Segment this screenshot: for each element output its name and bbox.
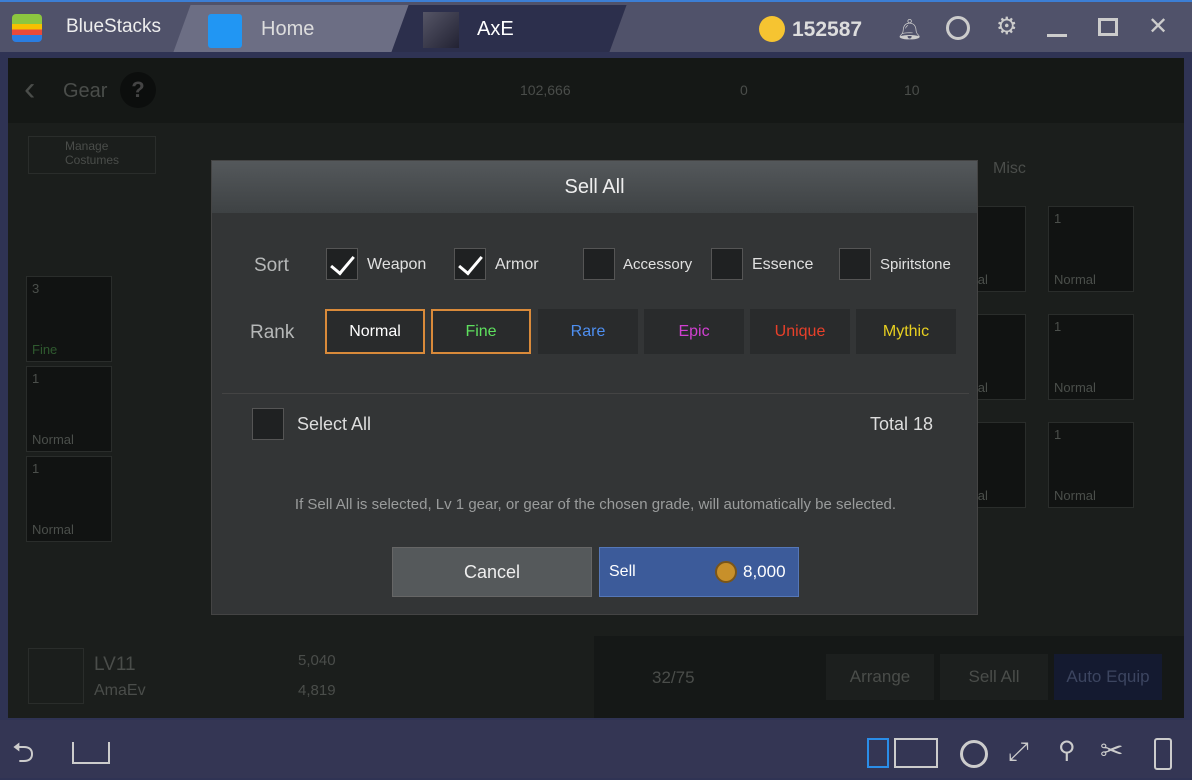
account-icon[interactable] xyxy=(946,16,970,40)
minimize-icon[interactable] xyxy=(1047,34,1067,37)
sell-button[interactable]: Sell 8,000 xyxy=(599,547,799,597)
checkbox-select-all[interactable] xyxy=(252,408,284,440)
axe-app-icon xyxy=(423,12,459,48)
sell-label: Sell xyxy=(609,563,636,580)
cancel-button[interactable]: Cancel xyxy=(392,547,592,597)
arrange-button[interactable]: Arrange xyxy=(826,654,934,700)
sort-label: Sort xyxy=(254,255,289,276)
inventory-count: 32/75 xyxy=(652,668,695,687)
rank-unique[interactable]: Unique xyxy=(750,309,850,354)
rank-epic[interactable]: Epic xyxy=(644,309,744,354)
coin-balance: 152587 xyxy=(792,18,863,41)
sell-all-dialog: Sell All Sort Weapon Armor Accessory Ess… xyxy=(211,160,978,615)
player-name: AmaEv xyxy=(94,682,146,699)
rank-normal[interactable]: Normal xyxy=(325,309,425,354)
total-count: Total 18 xyxy=(869,414,933,434)
eye-icon[interactable] xyxy=(960,740,988,768)
gear-title: Gear xyxy=(63,80,108,102)
checkbox-weapon[interactable] xyxy=(326,248,358,280)
info-note: If Sell All is selected, Lv 1 gear, or g… xyxy=(294,496,897,513)
rank-label: Rank xyxy=(250,322,295,343)
bluestacks-logo-icon xyxy=(12,14,42,42)
left-slot[interactable]: 3 Fine xyxy=(26,276,112,362)
tab-home-label: Home xyxy=(261,18,315,40)
android-back-icon[interactable]: ⮌ xyxy=(12,732,34,780)
rank-rare[interactable]: Rare xyxy=(538,309,638,354)
essence-label: Essence xyxy=(752,256,814,273)
checkbox-essence[interactable] xyxy=(711,248,743,280)
touch-mode-icon[interactable] xyxy=(867,738,889,768)
crystal-amount: 10 xyxy=(904,82,920,98)
sell-price: 8,000 xyxy=(743,562,786,581)
checkbox-armor[interactable] xyxy=(454,248,486,280)
spiritstone-label: Spiritstone xyxy=(880,256,951,273)
left-slot[interactable]: 1 Normal xyxy=(26,456,112,542)
tab-axe-label: AxE xyxy=(477,18,514,40)
attack-stat: 5,040 xyxy=(298,652,336,669)
bluestacks-titlebar: BlueStacks Home AxE 152587 🔔︎ ⚙ ✕ xyxy=(0,0,1192,52)
checkbox-spiritstone[interactable] xyxy=(839,248,871,280)
right-slot[interactable]: 1 Normal xyxy=(1048,206,1134,292)
manage-costumes-button[interactable]: Manage Costumes xyxy=(28,136,156,174)
armor-label: Armor xyxy=(495,256,539,273)
rank-mythic[interactable]: Mythic xyxy=(856,309,956,354)
back-icon[interactable]: ‹ xyxy=(24,70,35,109)
gem-amount: 0 xyxy=(740,82,748,98)
rotate-device-icon[interactable] xyxy=(1154,738,1172,770)
bell-icon[interactable]: 🔔︎ xyxy=(897,17,922,42)
right-slot[interactable]: 1 Normal xyxy=(1048,422,1134,508)
fullscreen-icon[interactable]: ⤢ xyxy=(1008,736,1029,768)
class-emblem-icon xyxy=(28,648,84,704)
right-slot[interactable]: 1 Normal xyxy=(1048,314,1134,400)
accessory-label: Accessory xyxy=(623,256,693,273)
brand: BlueStacks xyxy=(66,16,162,37)
gold-coin-icon xyxy=(715,561,737,583)
checkbox-accessory[interactable] xyxy=(583,248,615,280)
select-all-label: Select All xyxy=(297,414,372,434)
divider xyxy=(222,393,969,394)
tab-misc[interactable]: Misc xyxy=(993,160,1026,178)
left-slot[interactable]: 1 Normal xyxy=(26,366,112,452)
sell-all-button[interactable]: Sell All xyxy=(940,654,1048,700)
keyboard-icon[interactable] xyxy=(894,738,938,768)
location-icon[interactable]: ⚲ xyxy=(1058,736,1076,765)
dialog-title: Sell All xyxy=(212,161,977,213)
rank-fine[interactable]: Fine xyxy=(431,309,531,354)
close-icon[interactable]: ✕ xyxy=(1148,12,1168,41)
help-button[interactable]: ? xyxy=(120,72,156,108)
scissors-icon[interactable]: ✂ xyxy=(1100,734,1123,767)
weapon-label: Weapon xyxy=(367,256,427,273)
defense-stat: 4,819 xyxy=(298,682,336,699)
gold-amount: 102,666 xyxy=(520,82,571,98)
bluestacks-bottombar: ⮌ ⤢ ⚲ ✂ xyxy=(0,720,1192,778)
maximize-icon[interactable] xyxy=(1098,18,1118,36)
gear-icon[interactable]: ⚙ xyxy=(996,12,1018,41)
player-level: LV11 xyxy=(94,654,136,675)
auto-equip-button[interactable]: Auto Equip xyxy=(1054,654,1162,700)
coin-icon xyxy=(759,16,785,42)
android-home-icon[interactable] xyxy=(72,742,110,764)
home-icon xyxy=(208,14,242,48)
